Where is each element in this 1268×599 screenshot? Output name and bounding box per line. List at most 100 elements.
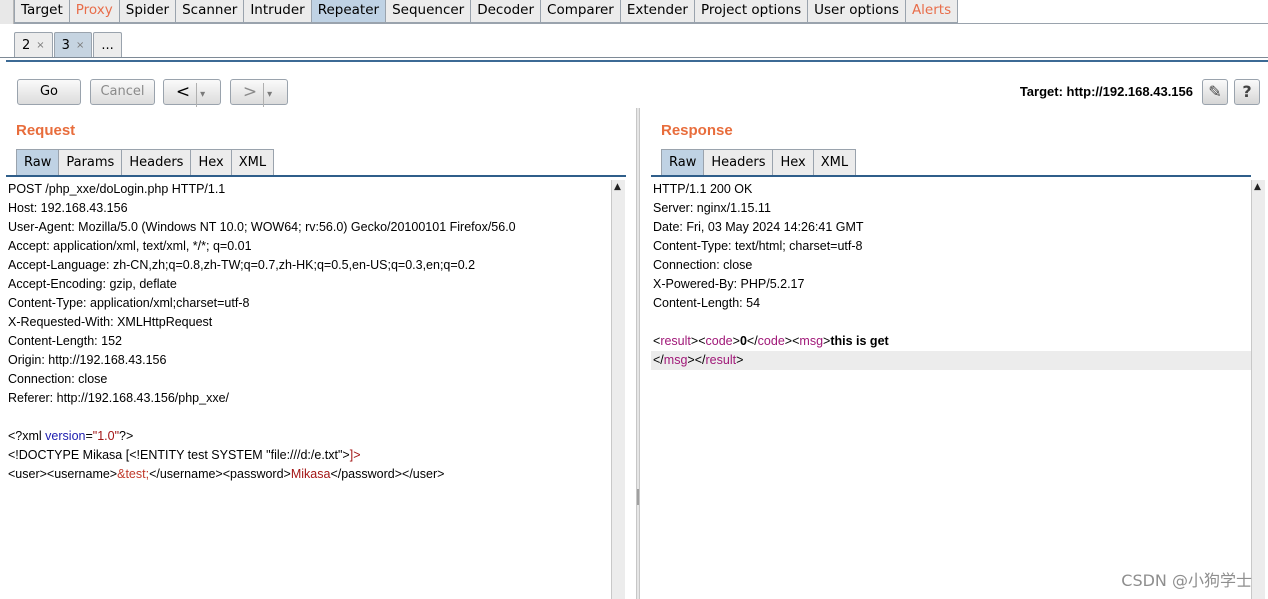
xml-punct: >: [736, 353, 744, 367]
xml-punct: >: [732, 334, 740, 348]
response-title: Response: [661, 122, 733, 139]
request-line: Referer: http://192.168.43.156/php_xxe/: [8, 391, 229, 405]
tab-project-options[interactable]: Project options: [694, 0, 809, 23]
tab-scanner[interactable]: Scanner: [176, 0, 245, 23]
request-tab-hex[interactable]: Hex: [190, 149, 232, 175]
chevron-down-icon[interactable]: ▾: [263, 83, 275, 107]
xml-attr: version: [45, 429, 86, 443]
response-scrollbar[interactable]: ▲: [1251, 180, 1265, 599]
request-line: Connection: close: [8, 372, 108, 386]
xml-punct: >: [687, 353, 695, 367]
forward-button[interactable]: > ▾: [230, 79, 288, 107]
response-body-line: </msg></result>: [651, 351, 1251, 370]
tab-sequencer[interactable]: Sequencer: [386, 0, 472, 23]
response-line: HTTP/1.1 200 OK: [653, 182, 753, 196]
target-label: Target: http://192.168.43.156: [1019, 84, 1193, 99]
tab-extender[interactable]: Extender: [620, 0, 695, 23]
repeater-tab-3[interactable]: 3 ×: [53, 32, 93, 57]
response-pane: Response Raw Headers Hex XML HTTP/1.1 20…: [651, 108, 1268, 599]
request-pane: Request Raw Params Headers Hex XML POST …: [6, 108, 636, 599]
response-line: Connection: close: [653, 258, 753, 272]
xml-attr-value: "1.0": [92, 429, 120, 443]
request-line: User-Agent: Mozilla/5.0 (Windows NT 10.0…: [8, 220, 516, 234]
request-tab-xml[interactable]: XML: [230, 149, 275, 175]
xml-tag-name: msg: [663, 353, 688, 367]
request-line: Host: 192.168.43.156: [8, 201, 128, 215]
xml-text: =: [85, 429, 93, 443]
code-value: 0: [739, 334, 747, 348]
go-button[interactable]: Go: [17, 79, 81, 105]
tab-spider[interactable]: Spider: [119, 0, 177, 23]
pencil-icon[interactable]: ✎: [1202, 79, 1228, 105]
repeater-tab-label: 2: [22, 37, 31, 53]
xml-declaration: <?xml version="1.0"?>: [6, 427, 611, 446]
tab-repeater[interactable]: Repeater: [311, 0, 387, 23]
response-line: Content-Length: 54: [653, 296, 761, 310]
back-button[interactable]: < ▾: [163, 79, 221, 107]
response-line: [651, 313, 1251, 332]
tab-alerts[interactable]: Alerts: [905, 0, 959, 23]
forward-arrow-icon: >: [242, 82, 258, 102]
request-tab-params[interactable]: Params: [58, 149, 123, 175]
tab-proxy[interactable]: Proxy: [69, 0, 120, 23]
doctype-text: <!DOCTYPE Mikasa [<!ENTITY test SYSTEM "…: [8, 448, 350, 462]
xml-entity: &test;: [117, 467, 150, 481]
scroll-up-icon[interactable]: ▲: [614, 182, 621, 192]
response-line: Server: nginx/1.15.11: [653, 201, 771, 215]
password-value: Mikasa: [290, 467, 331, 481]
xml-punct: </: [694, 353, 706, 367]
xml-punct: </: [746, 334, 758, 348]
request-editor[interactable]: POST /php_xxe/doLogin.php HTTP/1.1 Host:…: [6, 180, 611, 599]
response-editor[interactable]: HTTP/1.1 200 OK Server: nginx/1.15.11 Da…: [651, 180, 1251, 599]
tab-user-options[interactable]: User options: [808, 0, 906, 23]
watermark: CSDN @小狗学士: [1121, 571, 1252, 590]
tab-underline: [6, 175, 626, 177]
tab-intruder[interactable]: Intruder: [244, 0, 312, 23]
xml-tag-name: code: [757, 334, 785, 348]
xml-text: <?xml: [8, 429, 46, 443]
xml-tag: <username>: [46, 467, 118, 481]
response-line: Content-Type: text/html; charset=utf-8: [653, 239, 863, 253]
request-line: POST /php_xxe/doLogin.php HTTP/1.1: [8, 182, 226, 196]
close-icon[interactable]: ×: [36, 34, 44, 57]
tab-underline: [651, 175, 1251, 177]
repeater-tab-bar: 2 × 3 × ...: [0, 24, 1268, 62]
response-tab-headers[interactable]: Headers: [703, 149, 774, 175]
xml-tag-name: result: [660, 334, 691, 348]
main-tab-bar: Target Proxy Spider Scanner Intruder Rep…: [0, 0, 1268, 24]
tab-decoder[interactable]: Decoder: [471, 0, 542, 23]
request-line: Accept: application/xml, text/xml, */*; …: [8, 239, 252, 253]
xml-tag: <user>: [8, 467, 47, 481]
xml-tag: </user>: [402, 467, 445, 481]
cancel-button[interactable]: Cancel: [90, 79, 155, 105]
response-tab-hex[interactable]: Hex: [772, 149, 814, 175]
xml-tag-name: msg: [799, 334, 824, 348]
back-arrow-icon: <: [175, 82, 191, 102]
repeater-tab-new[interactable]: ...: [93, 32, 122, 57]
request-tab-raw[interactable]: Raw: [16, 149, 60, 175]
tab-target[interactable]: Target: [14, 0, 70, 23]
left-strip: [0, 0, 14, 24]
splitter-grip[interactable]: [637, 489, 639, 505]
xml-punct: >: [784, 334, 793, 348]
help-icon[interactable]: ?: [1234, 79, 1260, 105]
xml-tag: <password>: [222, 467, 291, 481]
request-scrollbar[interactable]: ▲: [611, 180, 625, 599]
tab-comparer[interactable]: Comparer: [541, 0, 621, 23]
response-tab-xml[interactable]: XML: [812, 149, 857, 175]
repeater-tab-2[interactable]: 2 ×: [14, 32, 53, 57]
request-line: Accept-Language: zh-CN,zh;q=0.8,zh-TW;q=…: [8, 258, 476, 272]
response-line: Date: Fri, 03 May 2024 14:26:41 GMT: [653, 220, 864, 234]
request-line: X-Requested-With: XMLHttpRequest: [8, 315, 213, 329]
chevron-down-icon[interactable]: ▾: [196, 83, 208, 107]
scroll-up-icon[interactable]: ▲: [1254, 182, 1261, 192]
xml-punct: </: [653, 353, 664, 367]
request-tab-headers[interactable]: Headers: [121, 149, 192, 175]
pane-splitter[interactable]: [636, 108, 640, 599]
xml-body-line: <user><username>&test;</username><passwo…: [6, 465, 611, 484]
close-icon[interactable]: ×: [76, 34, 84, 57]
response-tab-raw[interactable]: Raw: [661, 149, 705, 175]
request-line: [6, 408, 611, 427]
repeater-tab-label: ...: [101, 37, 114, 53]
request-line: Content-Length: 152: [8, 334, 122, 348]
